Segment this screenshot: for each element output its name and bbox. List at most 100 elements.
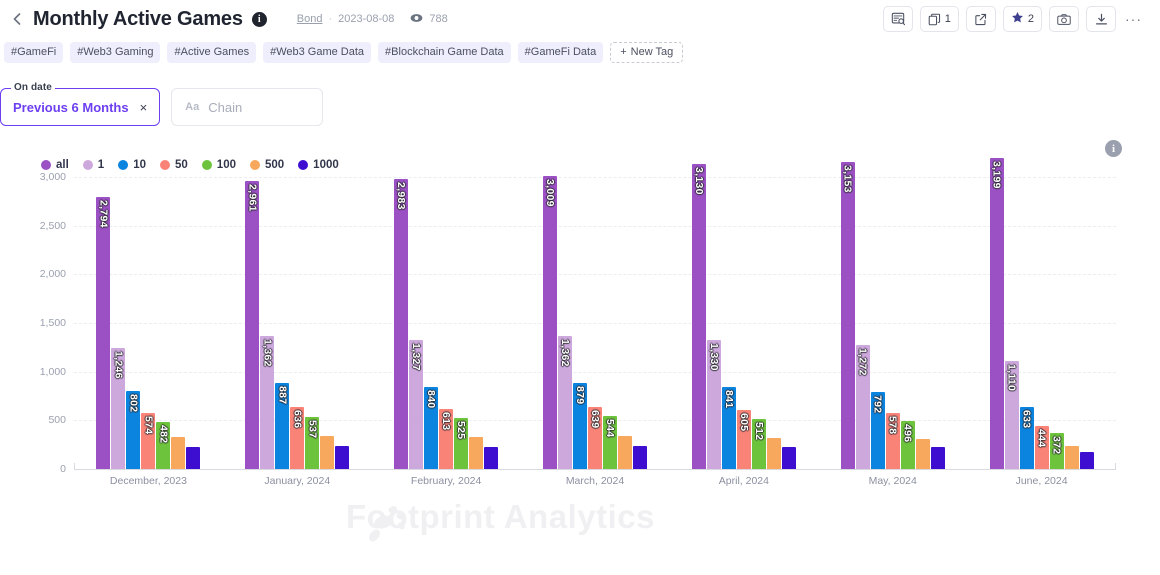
bar-all[interactable]: 3,009	[543, 176, 557, 469]
bar-all[interactable]: 3,199	[990, 158, 1004, 469]
bar-group[interactable]: 2,9831,327840613525	[372, 177, 521, 469]
bar-group[interactable]: 2,7941,246802574482	[74, 177, 223, 469]
legend-item-100[interactable]: 100	[202, 159, 236, 171]
bar-1[interactable]: 1,246	[111, 348, 125, 469]
bar-all[interactable]: 3,130	[692, 164, 706, 469]
bar-100[interactable]: 544	[603, 416, 617, 469]
bar-100[interactable]: 537	[305, 417, 319, 469]
tag-item[interactable]: #Web3 Game Data	[263, 42, 371, 63]
bar-10[interactable]: 879	[573, 383, 587, 469]
chain-input-placeholder[interactable]: Chain	[208, 100, 242, 115]
bar-50[interactable]: 605	[737, 410, 751, 469]
more-button[interactable]: ···	[1123, 6, 1144, 32]
download-button[interactable]	[1086, 6, 1116, 32]
bar-all[interactable]: 2,794	[96, 197, 110, 469]
bar-10[interactable]: 840	[424, 387, 438, 469]
tag-item[interactable]: #Active Games	[167, 42, 256, 63]
duplicate-button[interactable]: 1	[920, 6, 959, 32]
bar-500[interactable]	[320, 436, 334, 469]
bar-value-label: 3,153	[842, 165, 854, 193]
bar-50[interactable]: 444	[1035, 426, 1049, 469]
bar-value-label: 639	[589, 410, 601, 428]
bar-1000[interactable]	[484, 447, 498, 469]
share-button[interactable]	[966, 6, 996, 32]
legend-item-50[interactable]: 50	[160, 159, 188, 171]
bar-value-label: 537	[306, 420, 318, 438]
favorite-button[interactable]: 2	[1003, 6, 1042, 32]
tag-item[interactable]: #GameFi Data	[518, 42, 604, 63]
bar-500[interactable]	[916, 439, 930, 469]
bar-50[interactable]: 636	[290, 407, 304, 469]
bar-all[interactable]: 2,961	[245, 181, 259, 469]
bar-10[interactable]: 887	[275, 383, 289, 469]
bar-100[interactable]: 496	[901, 421, 915, 469]
chart-info-icon[interactable]: i	[1105, 140, 1122, 157]
bar-1[interactable]: 1,327	[409, 340, 423, 469]
bar-50[interactable]: 639	[588, 407, 602, 469]
bar-1[interactable]: 1,330	[707, 340, 721, 469]
bar-50[interactable]: 613	[439, 409, 453, 469]
bar-500[interactable]	[469, 437, 483, 469]
bar-100[interactable]: 482	[156, 422, 170, 469]
y-axis-tick-label: 500	[48, 414, 66, 426]
bar-50[interactable]: 578	[886, 413, 900, 469]
legend-swatch-icon	[298, 160, 308, 170]
legend-item-1[interactable]: 1	[83, 159, 104, 171]
bar-10[interactable]: 841	[722, 387, 736, 469]
legend-item-1000[interactable]: 1000	[298, 159, 339, 171]
snapshot-button[interactable]	[1049, 6, 1079, 32]
bar-1[interactable]: 1,362	[260, 336, 274, 469]
bar-500[interactable]	[1065, 446, 1079, 469]
legend-item-500[interactable]: 500	[250, 159, 284, 171]
bar-1000[interactable]	[633, 446, 647, 469]
bar-10[interactable]: 633	[1020, 407, 1034, 469]
bar-10[interactable]: 792	[871, 392, 885, 469]
bar-value-label: 633	[1021, 410, 1033, 428]
bar-group[interactable]: 2,9611,362 887636537	[223, 177, 372, 469]
bar-group[interactable]: 3,1991,110633444372	[967, 177, 1116, 469]
author-link[interactable]: Bond	[297, 13, 323, 25]
add-tag-button[interactable]: + New Tag	[610, 42, 683, 63]
bar-1000[interactable]	[1080, 452, 1094, 469]
bar-50[interactable]: 574	[141, 413, 155, 469]
x-axis-tick-label: June, 2024	[967, 475, 1116, 487]
bar-500[interactable]	[767, 438, 781, 469]
tag-item[interactable]: #Blockchain Game Data	[378, 42, 511, 63]
duplicate-count: 1	[945, 13, 951, 25]
bar-1[interactable]: 1,362	[558, 336, 572, 469]
legend-item-10[interactable]: 10	[118, 159, 146, 171]
date-filter[interactable]: On date Previous 6 Months ×	[0, 88, 160, 126]
collapse-sidebar-icon[interactable]	[13, 0, 27, 38]
bar-1000[interactable]	[186, 447, 200, 469]
bar-100[interactable]: 525	[454, 418, 468, 469]
bar-100[interactable]: 372	[1050, 433, 1064, 469]
bar-value-label: 3,009	[544, 179, 556, 207]
chain-filter[interactable]: Aa Chain	[171, 88, 323, 126]
bar-100[interactable]: 512	[752, 419, 766, 469]
bar-all[interactable]: 2,983	[394, 179, 408, 469]
bar-500[interactable]	[618, 436, 632, 469]
chart-legend: all110501005001000	[16, 132, 1154, 165]
bar-value-label: 1,362	[261, 339, 273, 367]
dataset-search-button[interactable]	[883, 6, 913, 32]
bar-group[interactable]: 3,009 1,362 879639544	[521, 177, 670, 469]
bar-1000[interactable]	[931, 447, 945, 469]
tag-item[interactable]: #Web3 Gaming	[70, 42, 160, 63]
bar-all[interactable]: 3,153	[841, 162, 855, 469]
page-header: Monthly Active Games i Bond · 2023-08-08…	[16, 0, 1154, 38]
bar-group[interactable]: 3,1531,272792578496	[818, 177, 967, 469]
tag-item[interactable]: #GameFi	[4, 42, 63, 63]
bar-group[interactable]: 3,1301,330841605512	[669, 177, 818, 469]
legend-item-all[interactable]: all	[41, 159, 69, 171]
view-count-group: 788	[410, 13, 447, 26]
bar-value-label: 1,362	[559, 339, 571, 367]
bar-10[interactable]: 802	[126, 391, 140, 469]
bar-1[interactable]: 1,272	[856, 345, 870, 469]
bar-value-label: 372	[1051, 436, 1063, 454]
bar-1[interactable]: 1,110	[1005, 361, 1019, 469]
bar-500[interactable]	[171, 437, 185, 469]
bar-1000[interactable]	[782, 447, 796, 469]
date-filter-clear-icon[interactable]: ×	[140, 101, 148, 114]
title-info-icon[interactable]: i	[252, 12, 267, 27]
bar-1000[interactable]	[335, 446, 349, 469]
